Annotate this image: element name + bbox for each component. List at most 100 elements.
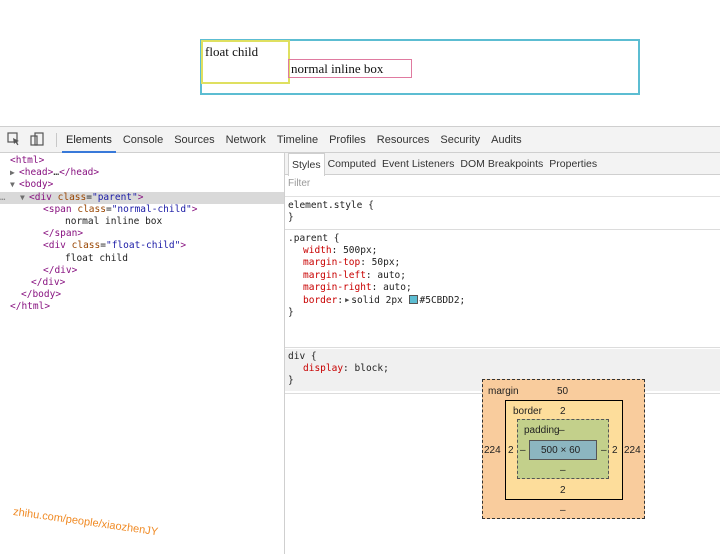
tab-profiles[interactable]: Profiles bbox=[325, 127, 370, 153]
filter-divider bbox=[285, 196, 720, 197]
prop-margin-right[interactable]: margin-right: auto; bbox=[288, 282, 720, 294]
tab-sources[interactable]: Sources bbox=[170, 127, 218, 153]
padding-top-value[interactable]: – bbox=[559, 425, 565, 436]
dom-text-node[interactable]: normal inline box bbox=[0, 216, 284, 228]
normal-inline-span[interactable]: normal inline box bbox=[288, 59, 412, 78]
tab-security[interactable]: Security bbox=[436, 127, 484, 153]
rule-selector: div { bbox=[288, 351, 317, 362]
tab-network[interactable]: Network bbox=[222, 127, 270, 153]
dom-node-head[interactable]: ▶ <head>…</head> bbox=[0, 167, 284, 179]
rule-parent[interactable]: .parent { width: 500px; margin-top: 50px… bbox=[285, 233, 720, 319]
dom-text-node[interactable]: float child bbox=[0, 253, 284, 265]
prop-display[interactable]: display: block; bbox=[288, 363, 720, 375]
tag-bracket: > bbox=[191, 203, 198, 215]
tag-div-close: </div> bbox=[31, 276, 66, 288]
tag-div-open: <div bbox=[43, 240, 66, 252]
device-mode-icon[interactable] bbox=[30, 132, 44, 146]
prop-border[interactable]: border: ▶ solid 2px #5CBDD2; bbox=[288, 294, 720, 307]
dom-node-span[interactable]: <span class="normal-child"> bbox=[0, 204, 284, 216]
float-child-div[interactable]: float child bbox=[201, 40, 290, 84]
dom-node-html-close[interactable]: </html> bbox=[0, 301, 284, 313]
prop-margin-left[interactable]: margin-left: auto; bbox=[288, 270, 720, 282]
border-right-value[interactable]: 2 bbox=[612, 445, 618, 456]
attr-name: class bbox=[57, 191, 87, 203]
padding-left-value[interactable]: – bbox=[520, 445, 526, 456]
normal-child-text: normal inline box bbox=[291, 61, 384, 76]
prop-width[interactable]: width: 500px; bbox=[288, 245, 720, 257]
styles-filter-input[interactable]: Filter bbox=[288, 178, 310, 189]
tag-body-close: </body> bbox=[21, 289, 62, 301]
float-child-text: float child bbox=[205, 44, 259, 59]
tab-elements[interactable]: Elements bbox=[62, 127, 116, 153]
margin-bottom-value[interactable]: – bbox=[560, 505, 566, 516]
tag-bracket: > bbox=[180, 240, 187, 252]
dom-node-div-close[interactable]: </div> bbox=[0, 277, 284, 289]
dom-tree: <html> ▶ <head>…</head> ▼ <body> … ▼ <div cl… bbox=[0, 153, 284, 554]
dom-node-html[interactable]: <html> bbox=[0, 155, 284, 167]
devtools-tabs: Elements Console Sources Network Timelin… bbox=[62, 127, 529, 153]
tag-span-close: </span> bbox=[43, 228, 84, 240]
tag-body-open: <body> bbox=[19, 179, 54, 191]
rendered-page: float child normal inline box bbox=[0, 0, 720, 126]
devtools-panel: Elements Console Sources Network Timelin… bbox=[0, 126, 720, 554]
subtab-styles[interactable]: Styles bbox=[288, 153, 325, 176]
inspect-icon[interactable] bbox=[7, 132, 21, 146]
margin-left-value[interactable]: 224 bbox=[484, 445, 501, 456]
margin-top-value[interactable]: 50 bbox=[557, 386, 568, 397]
border-top-value[interactable]: 2 bbox=[560, 406, 566, 417]
devtools-toolbar: Elements Console Sources Network Timelin… bbox=[0, 127, 720, 153]
margin-right-value[interactable]: 224 bbox=[624, 445, 641, 456]
styles-subtabs: Styles Computed Event Listeners DOM Brea… bbox=[285, 153, 720, 176]
expand-triangle-icon[interactable]: ▶ bbox=[10, 167, 19, 179]
padding-right-value[interactable]: – bbox=[601, 445, 607, 456]
border-left-value[interactable]: 2 bbox=[508, 445, 514, 456]
dom-node-body[interactable]: ▼ <body> bbox=[0, 179, 284, 191]
tag-div-open: <div bbox=[29, 191, 52, 203]
rule-selector: element.style { bbox=[288, 200, 374, 211]
color-swatch-icon[interactable] bbox=[408, 295, 418, 305]
padding-bottom-value[interactable]: – bbox=[560, 465, 566, 476]
subtab-properties[interactable]: Properties bbox=[546, 153, 600, 175]
attr-name: class bbox=[71, 240, 101, 252]
padding-label: padding bbox=[524, 425, 560, 436]
rule-close-brace: } bbox=[288, 307, 294, 319]
subtab-event-listeners[interactable]: Event Listeners bbox=[379, 153, 457, 175]
attr-value: "parent" bbox=[91, 191, 138, 203]
rule-separator bbox=[285, 229, 720, 230]
span-text: normal inline box bbox=[65, 215, 163, 227]
tab-timeline[interactable]: Timeline bbox=[273, 127, 322, 153]
prop-margin-top[interactable]: margin-top: 50px; bbox=[288, 257, 720, 269]
border-label: border bbox=[513, 406, 542, 417]
tag-html-open: <html> bbox=[10, 155, 45, 166]
subtab-computed[interactable]: Computed bbox=[325, 153, 379, 175]
border-bottom-value[interactable]: 2 bbox=[560, 485, 566, 496]
rule-separator bbox=[285, 347, 720, 348]
tab-resources[interactable]: Resources bbox=[373, 127, 434, 153]
rule-close-brace: } bbox=[288, 212, 294, 224]
attr-value: "float-child" bbox=[105, 240, 181, 252]
more-dots-icon[interactable]: … bbox=[0, 192, 5, 204]
tag-div-close: </div> bbox=[43, 264, 78, 276]
tag-span-open: <span bbox=[43, 203, 72, 215]
dom-node-body-close[interactable]: </body> bbox=[0, 289, 284, 301]
styles-pane: Styles Computed Event Listeners DOM Brea… bbox=[285, 153, 720, 554]
content-size-value[interactable]: 500 × 60 bbox=[541, 445, 580, 456]
rule-element-style[interactable]: element.style { } bbox=[285, 200, 720, 224]
expand-caret-icon[interactable]: ▶ bbox=[345, 294, 349, 306]
rule-selector: .parent { bbox=[288, 233, 340, 244]
tag-bracket: > bbox=[137, 191, 144, 203]
float-text: float child bbox=[65, 252, 128, 264]
dom-node-float-close[interactable]: </div> bbox=[0, 265, 284, 277]
tag-head-close: </head> bbox=[59, 167, 100, 179]
tag-html-close: </html> bbox=[10, 301, 51, 313]
collapse-triangle-icon[interactable]: ▼ bbox=[20, 192, 29, 204]
tab-console[interactable]: Console bbox=[119, 127, 167, 153]
dom-node-span-close[interactable]: </span> bbox=[0, 228, 284, 240]
collapse-triangle-icon[interactable]: ▼ bbox=[10, 179, 19, 191]
margin-label: margin bbox=[488, 386, 519, 397]
dom-node-float-div[interactable]: <div class="float-child"> bbox=[0, 240, 284, 252]
dom-node-parent-div[interactable]: … ▼ <div class="parent"> bbox=[0, 191, 284, 204]
subtab-dom-breakpoints[interactable]: DOM Breakpoints bbox=[457, 153, 546, 175]
attr-value: "normal-child" bbox=[111, 203, 192, 215]
tab-audits[interactable]: Audits bbox=[487, 127, 526, 153]
